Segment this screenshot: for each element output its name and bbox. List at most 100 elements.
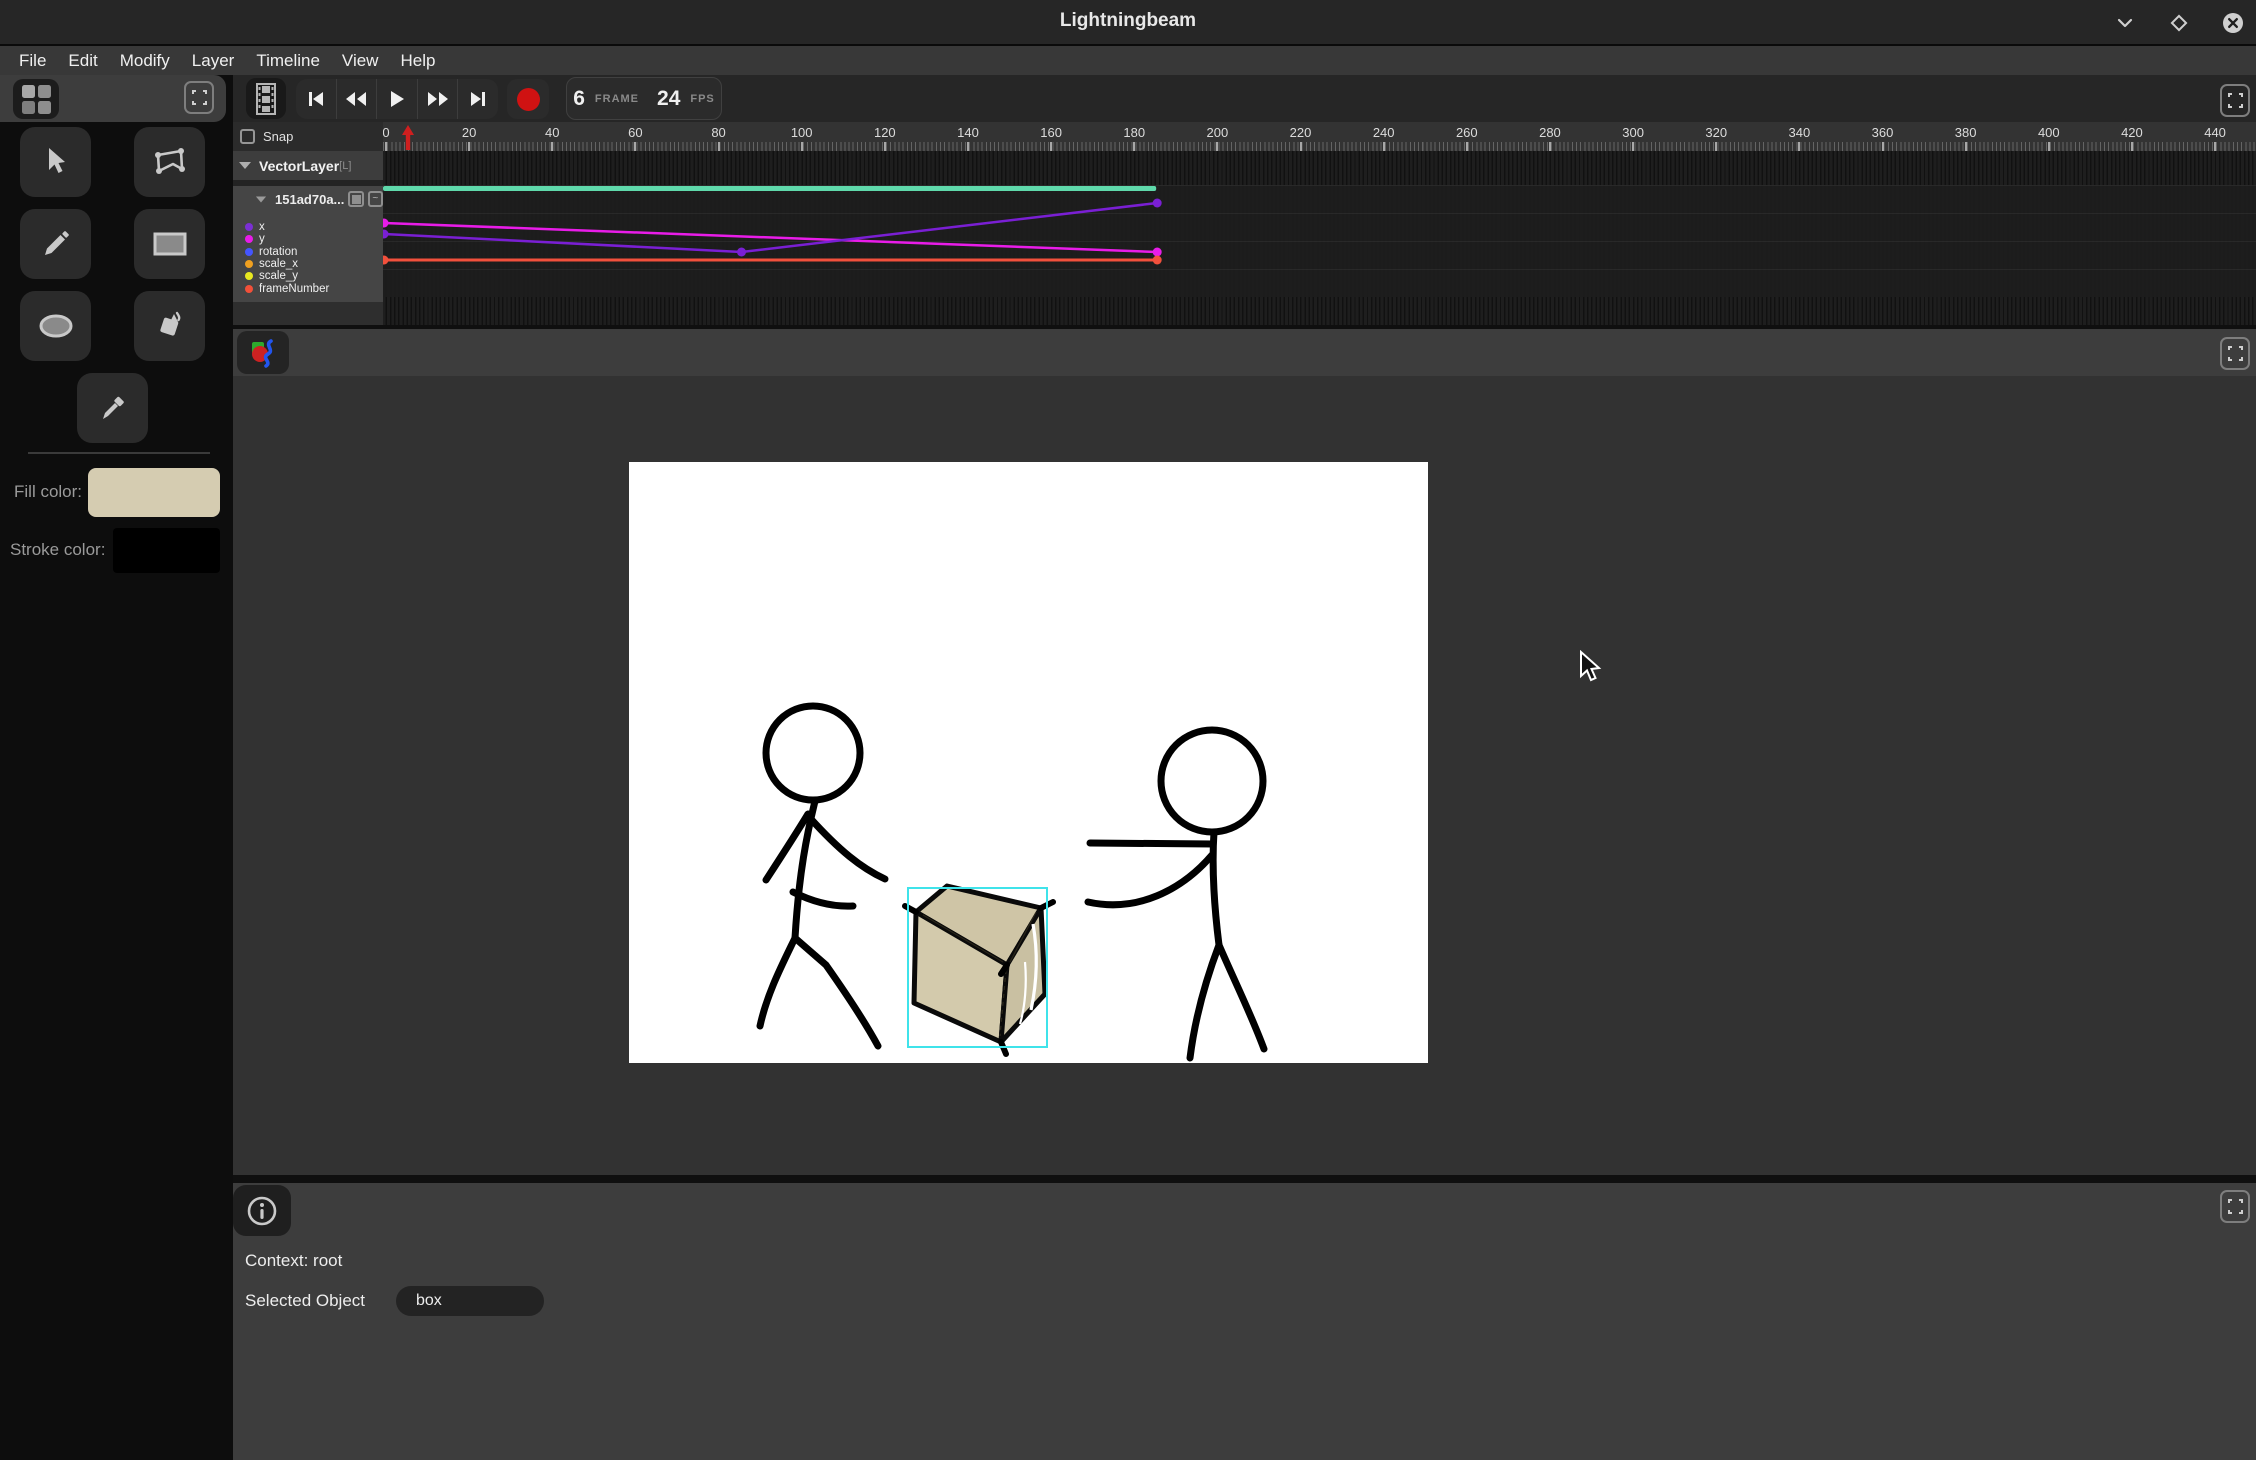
stick-figure-right[interactable] [1088,730,1264,1058]
ruler-tick-label: 200 [1200,125,1234,140]
frame-fps-panel[interactable]: 6 FRAME 24 FPS [566,77,722,120]
property-row-rotation[interactable]: rotation [233,246,383,258]
play-icon [389,90,405,108]
shapes-icon [247,337,279,369]
object-ease-button[interactable]: ~ [368,191,383,207]
stroke-color-swatch[interactable] [113,528,220,573]
property-row-x[interactable]: x [233,221,383,233]
stage-canvas[interactable] [629,462,1428,1063]
inspector-expand-button[interactable] [2220,1190,2250,1223]
keyframe-frameNumber[interactable] [383,256,389,265]
fill-color-swatch[interactable] [88,468,220,517]
menu-item-file[interactable]: File [8,46,57,75]
select-tool-button[interactable] [20,127,91,197]
ruler-tick-label: 340 [1782,125,1816,140]
ellipse-icon [38,313,74,339]
fill-color-label: Fill color: [14,482,82,502]
property-color-dot [245,272,253,280]
property-color-dot [245,235,253,243]
frame-extent-bar[interactable] [383,186,1156,191]
stroke-color-label: Stroke color: [10,540,105,560]
close-button[interactable] [2218,8,2248,38]
play-button[interactable] [377,79,418,119]
keyframe-x[interactable] [737,248,746,257]
menu-item-view[interactable]: View [331,46,390,75]
playhead[interactable] [401,124,415,156]
selected-object-input[interactable]: box [396,1286,544,1316]
property-label: y [259,233,265,245]
keyframe-x[interactable] [383,230,389,239]
skip-to-start-button[interactable] [296,79,337,119]
ruler-tick [1300,142,1302,151]
pencil-tool-button[interactable] [20,209,91,279]
transform-tool-button[interactable] [134,127,205,197]
ruler-tick-label: 420 [2115,125,2149,140]
menu-item-layer[interactable]: Layer [181,46,246,75]
keyframe-frameNumber[interactable] [1153,256,1162,265]
stick-figure-left[interactable] [760,706,885,1046]
lightningbeam-window: Lightningbeam FileEditModifyLayerTimelin… [0,0,2256,1460]
rectangle-tool-button[interactable] [134,209,205,279]
menu-item-edit[interactable]: Edit [57,46,108,75]
rectangle-icon [153,232,187,256]
pencil-icon [41,229,71,259]
object-row[interactable]: 151ad70a... ~ [233,186,383,207]
ruler-tick-label: 220 [1284,125,1318,140]
timeline-curves[interactable] [383,150,2256,325]
object-visibility-button[interactable] [348,191,363,207]
ruler-tick [2214,142,2216,151]
menu-item-modify[interactable]: Modify [109,46,181,75]
timeline-expand-button[interactable] [2220,84,2250,117]
ruler-tick [967,142,969,151]
snap-checkbox[interactable] [240,129,255,144]
frame-value: 6 [573,87,585,111]
paint-bucket-tool-button[interactable] [134,291,205,361]
ruler-tick-label: 20 [452,125,486,140]
property-row-scale_x[interactable]: scale_x [233,258,383,270]
film-button[interactable] [246,78,286,119]
ruler-tick [1798,142,1800,151]
skip-to-end-button[interactable] [458,79,498,119]
fast-forward-button[interactable] [418,79,459,119]
close-circle-icon [2221,11,2245,35]
tool-panel-expand-button[interactable] [184,81,214,114]
layers-panel-footer [233,302,383,325]
object-collapse-icon[interactable] [256,196,266,202]
eyedropper-tool-button[interactable] [77,373,148,443]
ruler-tick-label: 40 [535,125,569,140]
menu-item-timeline[interactable]: Timeline [245,46,331,75]
fps-label: FPS [690,93,714,105]
ruler-tick-label: 180 [1117,125,1151,140]
keyframe-y[interactable] [383,219,389,228]
ruler-tick-label: 60 [618,125,652,140]
property-label: rotation [259,246,297,258]
keyframe-y[interactable] [1153,248,1162,257]
info-button[interactable] [233,1185,291,1236]
shapes-mode-button[interactable] [237,331,289,374]
panel-grid-button[interactable] [13,79,59,119]
layer-row[interactable]: VectorLayer[L] [233,151,383,180]
property-row-scale_y[interactable]: scale_y [233,270,383,282]
tool-panel-header [0,75,226,122]
minimize-button[interactable] [2110,8,2140,38]
rewind-button[interactable] [337,79,378,119]
ellipse-tool-button[interactable] [20,291,91,361]
record-icon [517,88,540,111]
ruler-tick-label: 240 [1367,125,1401,140]
menu-item-help[interactable]: Help [389,46,446,75]
ruler-tick [1466,142,1468,151]
ruler-tick [1133,142,1135,151]
ruler-tick [2131,142,2133,151]
keyframe-x[interactable] [1153,199,1162,208]
skip-to-end-icon [469,91,487,107]
layer-name: VectorLayer [259,158,339,174]
layer-collapse-icon[interactable] [239,162,251,169]
property-row-y[interactable]: y [233,233,383,245]
property-row-frameNumber[interactable]: frameNumber [233,282,383,294]
timeline-ruler[interactable]: 0204060801001201401601802002202402602803… [383,122,2256,151]
canvas-expand-button[interactable] [2220,337,2250,370]
ruler-tick-label: 440 [2198,125,2232,140]
maximize-button[interactable] [2164,8,2194,38]
box-object[interactable] [905,886,1053,1054]
record-button[interactable] [507,79,549,119]
